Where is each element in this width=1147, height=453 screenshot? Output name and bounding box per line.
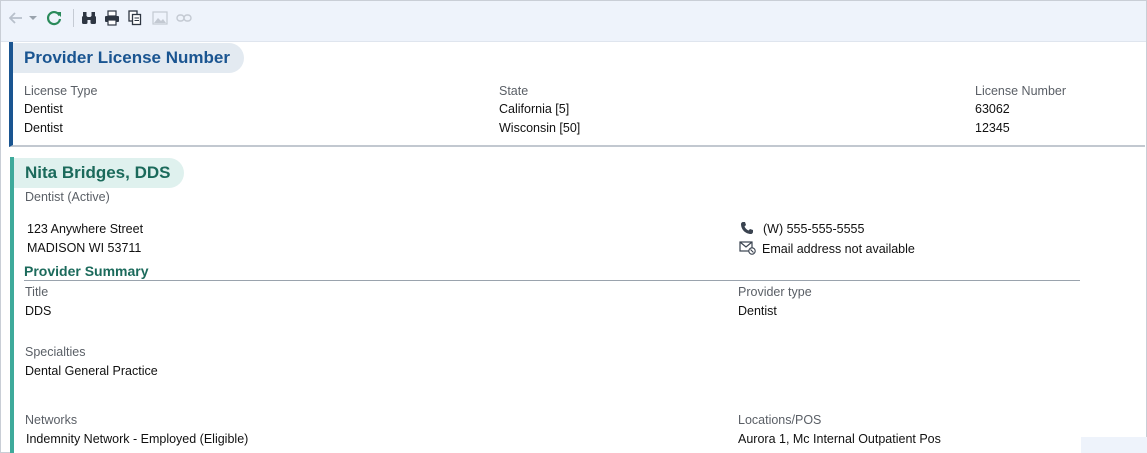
provider-card: Nita Bridges, DDS Dentist (Active) 123 A… bbox=[10, 157, 1081, 453]
address-line-2: MADISON WI 53711 bbox=[27, 241, 142, 255]
table-row-1-license-type: Dentist bbox=[24, 102, 63, 116]
table-row-2-license-type: Dentist bbox=[24, 121, 63, 135]
copy-icon[interactable] bbox=[128, 9, 142, 27]
license-card: Provider License Number License Type Sta… bbox=[9, 42, 1145, 147]
title-value: DDS bbox=[25, 304, 52, 318]
refresh-icon[interactable] bbox=[45, 9, 63, 27]
table-row-2-state: Wisconsin [50] bbox=[499, 121, 581, 135]
phone-number: (W) 555-555-5555 bbox=[763, 222, 865, 236]
toolbar-separator bbox=[73, 9, 74, 27]
networks-label: Networks bbox=[25, 413, 78, 427]
table-row-2-license-number: 12345 bbox=[975, 121, 1010, 135]
column-header-state: State bbox=[499, 84, 529, 98]
provider-summary-title: Provider Summary bbox=[24, 263, 149, 279]
provider-name: Nita Bridges, DDS bbox=[14, 158, 185, 188]
address-line-1: 123 Anywhere Street bbox=[27, 222, 144, 236]
locations-value: Aurora 1, Mc Internal Outpatient Pos bbox=[738, 432, 941, 446]
networks-value: Indemnity Network - Employed (Eligible) bbox=[26, 432, 249, 446]
print-icon[interactable] bbox=[104, 9, 120, 27]
table-row-1-state: California [5] bbox=[499, 102, 570, 116]
provider-type-value: Dentist bbox=[738, 304, 777, 318]
email-icon bbox=[739, 241, 756, 258]
provider-status: Dentist (Active) bbox=[25, 190, 110, 204]
email-status: Email address not available bbox=[762, 242, 915, 256]
image-icon[interactable] bbox=[152, 9, 168, 27]
title-label: Title bbox=[25, 285, 49, 299]
locations-label: Locations/POS bbox=[738, 413, 822, 427]
license-card-title: Provider License Number bbox=[13, 43, 244, 73]
phone-icon bbox=[740, 221, 754, 238]
background-strip bbox=[1081, 437, 1147, 453]
link-icon[interactable] bbox=[176, 9, 192, 27]
column-header-license-type: License Type bbox=[24, 84, 98, 98]
specialties-label: Specialties bbox=[25, 345, 86, 359]
toolbar bbox=[1, 1, 1146, 42]
column-header-license-number: License Number bbox=[975, 84, 1067, 98]
back-icon[interactable] bbox=[9, 9, 23, 27]
specialties-value: Dental General Practice bbox=[25, 364, 158, 378]
section-divider bbox=[24, 280, 1080, 281]
table-row-1-license-number: 63062 bbox=[975, 102, 1010, 116]
binoculars-icon[interactable] bbox=[81, 9, 97, 27]
provider-type-label: Provider type bbox=[738, 285, 812, 299]
dropdown-arrow-icon[interactable] bbox=[29, 9, 37, 27]
